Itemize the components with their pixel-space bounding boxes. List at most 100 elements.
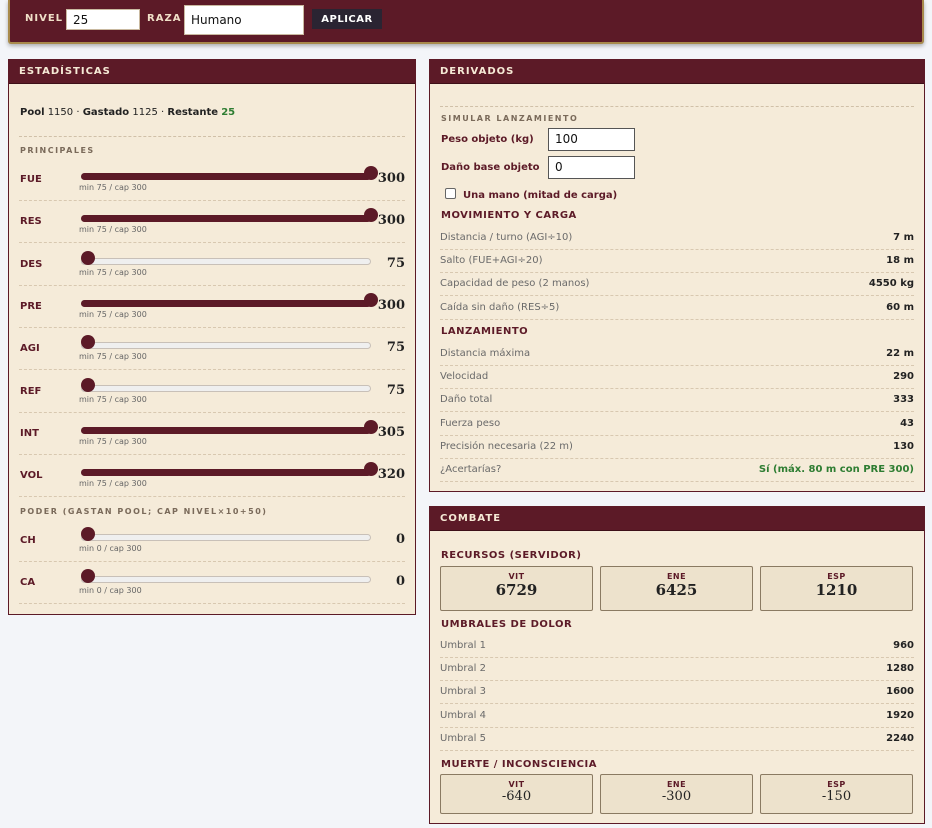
stat-row-ref: REF min 75 / cap 300 75	[19, 371, 405, 413]
stat-code: AGI	[20, 343, 40, 355]
box-ene: ENE -300	[600, 774, 753, 814]
row-value: 130	[893, 440, 914, 452]
box-label: VIT	[508, 572, 525, 581]
box-value: -150	[821, 789, 852, 804]
remaining-value: 25	[221, 107, 236, 118]
row-value: 60 m	[886, 301, 914, 313]
damage-label: Daño base objeto	[441, 162, 540, 173]
combat-panel: COMBATE RECURSOS (SERVIDOR) VIT 6729 ENE 64…	[429, 506, 925, 824]
power-title: PODER (GASTAN POOL; CAP NIVEL×10+50)	[20, 507, 268, 516]
stat-slider-track[interactable]	[81, 576, 371, 584]
combat-title: COMBATE	[430, 507, 924, 531]
stat-value: 300	[377, 213, 405, 229]
stat-value: 75	[386, 255, 405, 271]
weight-input[interactable]: 100	[548, 128, 635, 151]
stat-slider-track[interactable]	[81, 426, 371, 434]
race-label: RAZA	[147, 13, 182, 24]
stat-range: min 75 / cap 300	[79, 183, 147, 192]
stat-slider-track[interactable]	[81, 469, 371, 477]
stat-code: DES	[20, 258, 43, 270]
stat-code: INT	[20, 427, 39, 439]
stat-range: min 75 / cap 300	[79, 479, 147, 489]
stat-code: CH	[20, 535, 36, 546]
row-label: Fuerza peso	[440, 417, 501, 429]
race-input[interactable]	[184, 5, 304, 35]
stat-slider-thumb[interactable]	[364, 208, 378, 223]
data-row: Distancia máxima 22 m	[440, 343, 914, 366]
stat-slider-track[interactable]	[81, 384, 371, 392]
row-label: Umbral 5	[440, 732, 486, 744]
row-label: Umbral 4	[440, 709, 486, 721]
data-row: Umbral 5 2240	[440, 728, 914, 751]
box-label: ENE	[666, 572, 687, 581]
stat-code: REF	[20, 385, 42, 397]
stat-slider-track[interactable]	[81, 342, 371, 350]
data-row: Fuerza peso 43	[440, 413, 914, 436]
row-value: 333	[893, 394, 914, 406]
stat-row-ca: CA min 0 / cap 300 0	[19, 562, 405, 605]
stat-code: FUE	[20, 174, 42, 185]
stat-range: min 75 / cap 300	[79, 394, 147, 404]
stat-value: 300	[377, 297, 405, 313]
top-bar: NIVEL RAZA APLICAR	[8, 0, 924, 44]
stat-slider-thumb[interactable]	[81, 377, 95, 392]
stat-slider-thumb[interactable]	[364, 419, 378, 434]
row-value: 1280	[886, 663, 914, 675]
level-input[interactable]	[66, 9, 140, 30]
data-row: Precisión necesaria (22 m) 130	[440, 436, 914, 459]
stat-slider-thumb[interactable]	[81, 527, 95, 541]
stat-slider-thumb[interactable]	[364, 462, 378, 477]
data-row: ¿Acertarías? Sí (máx. 80 m con PRE 300)	[440, 459, 914, 482]
box-value: 6729	[495, 581, 538, 599]
stat-slider-track[interactable]	[81, 173, 371, 180]
row-label: Daño total	[440, 394, 493, 406]
stat-slider-fill	[81, 173, 371, 180]
box-value: 6425	[655, 581, 698, 599]
stat-value: 300	[377, 171, 405, 186]
stat-slider-track[interactable]	[81, 215, 371, 223]
stat-range: min 75 / cap 300	[79, 352, 147, 362]
box-label: ESP	[827, 780, 846, 789]
stat-value: 305	[377, 424, 405, 440]
data-row: Capacidad de peso (2 manos) 4550 kg	[440, 273, 914, 297]
stat-slider-fill	[81, 215, 371, 223]
stat-slider-thumb[interactable]	[81, 250, 95, 265]
death-title: MUERTE / INCONSCIENCIA	[441, 759, 597, 770]
stat-slider-fill	[81, 469, 371, 477]
one-hand-checkbox[interactable]	[445, 188, 456, 199]
row-value: 18 m	[886, 255, 914, 267]
stat-code: VOL	[20, 470, 43, 482]
stat-value: 75	[386, 382, 405, 398]
simulate-title: SIMULAR LANZAMIENTO	[441, 114, 579, 123]
stat-slider-track[interactable]	[81, 534, 371, 541]
row-value: Sí (máx. 80 m con PRE 300)	[758, 464, 914, 475]
row-label: ¿Acertarías?	[440, 464, 502, 475]
apply-button[interactable]: APLICAR	[312, 9, 382, 29]
row-value: 4550 kg	[868, 278, 914, 290]
row-label: Umbral 3	[440, 686, 486, 698]
resources-title: RECURSOS (SERVIDOR)	[441, 550, 582, 561]
damage-input[interactable]: 0	[548, 156, 635, 179]
data-row: Distancia / turno (AGI÷10) 7 m	[440, 227, 914, 250]
box-label: ESP	[827, 572, 846, 581]
stat-range: min 75 / cap 300	[79, 309, 147, 319]
box-value: -640	[501, 789, 532, 804]
one-hand-label: Una mano (mitad de carga)	[463, 190, 618, 201]
stat-range: min 75 / cap 300	[79, 225, 147, 235]
stat-row-agi: AGI min 75 / cap 300 75	[19, 328, 405, 371]
stat-slider-track[interactable]	[81, 257, 371, 265]
pool-value: 1150	[47, 107, 74, 118]
stat-slider-thumb[interactable]	[364, 166, 378, 180]
movement-title: MOVIMIENTO Y CARGA	[441, 210, 577, 221]
box-value: -300	[661, 789, 692, 804]
row-value: 22 m	[886, 348, 914, 359]
stat-code: RES	[20, 216, 42, 228]
data-row: Velocidad 290	[440, 366, 914, 390]
stat-range: min 0 / cap 300	[79, 544, 142, 553]
row-value: 290	[893, 371, 914, 383]
stat-value: 320	[377, 467, 405, 483]
stat-row-des: DES min 75 / cap 300 75	[19, 244, 405, 286]
stat-slider-track[interactable]	[81, 299, 371, 307]
stat-slider-thumb[interactable]	[364, 292, 378, 307]
data-row: Umbral 3 1600	[440, 681, 914, 705]
